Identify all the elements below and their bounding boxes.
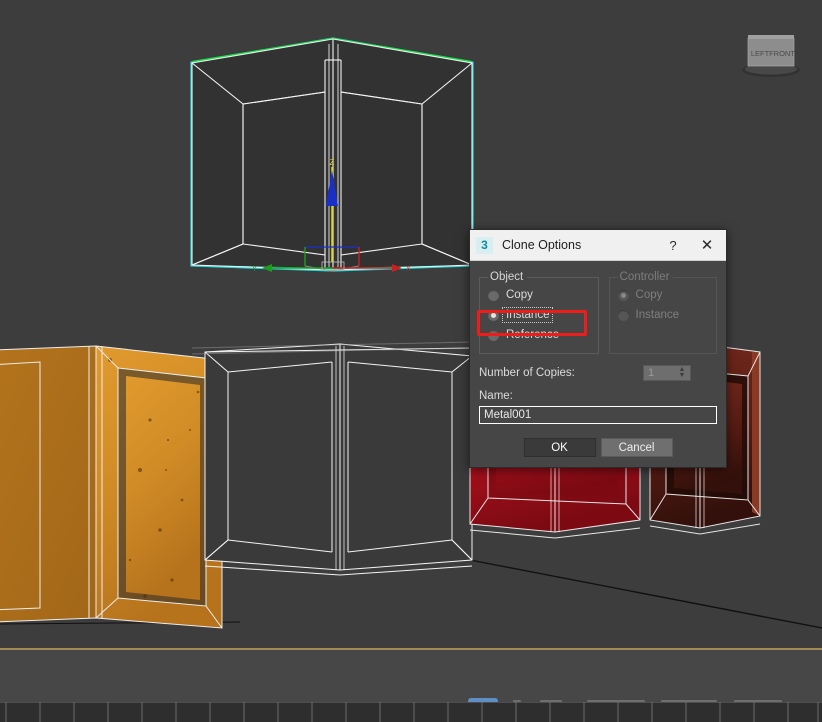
dialog-button-row: OK Cancel xyxy=(479,438,717,457)
controller-group-legend: Controller xyxy=(618,271,674,283)
radio-object-reference[interactable]: Reference xyxy=(488,325,592,345)
radio-object-copy[interactable]: Copy xyxy=(488,285,592,305)
dialog-title: Clone Options xyxy=(502,238,658,252)
radio-object-instance[interactable]: Instance xyxy=(488,305,592,325)
max-application-window: Z X Y xyxy=(0,0,822,722)
dialog-titlebar[interactable]: 3 Clone Options ? ✕ xyxy=(470,230,726,261)
trackbar-region xyxy=(0,648,822,722)
trackbar[interactable] xyxy=(0,650,822,722)
radio-dot-icon xyxy=(618,310,629,321)
radio-object-copy-label: Copy xyxy=(506,289,533,301)
dialog-body: Object Copy Instance Reference xyxy=(470,261,726,467)
object-box-orange[interactable] xyxy=(0,346,222,628)
radio-dot-icon xyxy=(488,330,499,341)
clone-groups-row: Object Copy Instance Reference xyxy=(479,271,717,354)
viewcube-face-front: FRONT xyxy=(769,49,795,58)
radio-dot-icon xyxy=(488,310,499,321)
spinner-down-icon[interactable]: ▼ xyxy=(679,373,686,379)
number-of-copies-value: 1 xyxy=(644,367,676,379)
radio-object-instance-label: Instance xyxy=(504,309,551,321)
spinner-arrows-icon[interactable]: ▲ ▼ xyxy=(676,367,690,379)
viewcube-face-left: LEFT xyxy=(751,49,770,58)
radio-controller-instance-label: Instance xyxy=(636,309,679,321)
number-of-copies-spinner[interactable]: 1 ▲ ▼ xyxy=(643,365,691,381)
object-box-wireframe[interactable] xyxy=(205,344,472,575)
radio-dot-icon xyxy=(618,290,629,301)
name-label: Name: xyxy=(479,390,717,402)
radio-controller-copy-label: Copy xyxy=(636,289,663,301)
close-icon[interactable]: ✕ xyxy=(688,230,726,260)
help-icon[interactable]: ? xyxy=(658,230,688,260)
number-of-copies-row: Number of Copies: 1 ▲ ▼ xyxy=(479,365,717,381)
number-of-copies-label: Number of Copies: xyxy=(479,367,575,379)
name-input[interactable] xyxy=(479,406,717,424)
gizmo-x-label: X xyxy=(406,266,411,273)
radio-object-reference-label: Reference xyxy=(506,329,559,341)
view-cube[interactable]: LEFT FRONT xyxy=(736,26,806,82)
radio-controller-instance: Instance xyxy=(618,305,710,325)
timeline-ruler[interactable] xyxy=(0,702,822,722)
object-group: Object Copy Instance Reference xyxy=(479,271,599,354)
cancel-button[interactable]: Cancel xyxy=(601,438,673,457)
controller-group: Controller Copy Instance xyxy=(609,271,717,354)
ok-button[interactable]: OK xyxy=(524,438,596,457)
clone-options-dialog[interactable]: 3 Clone Options ? ✕ Object Copy Instance xyxy=(469,229,727,468)
object-group-legend: Object xyxy=(488,271,527,283)
radio-dot-icon xyxy=(488,290,499,301)
radio-controller-copy: Copy xyxy=(618,285,710,305)
max-app-icon: 3 xyxy=(476,237,493,254)
gizmo-z-label: Z xyxy=(330,158,335,167)
gizmo-y-label: Y xyxy=(252,266,257,273)
